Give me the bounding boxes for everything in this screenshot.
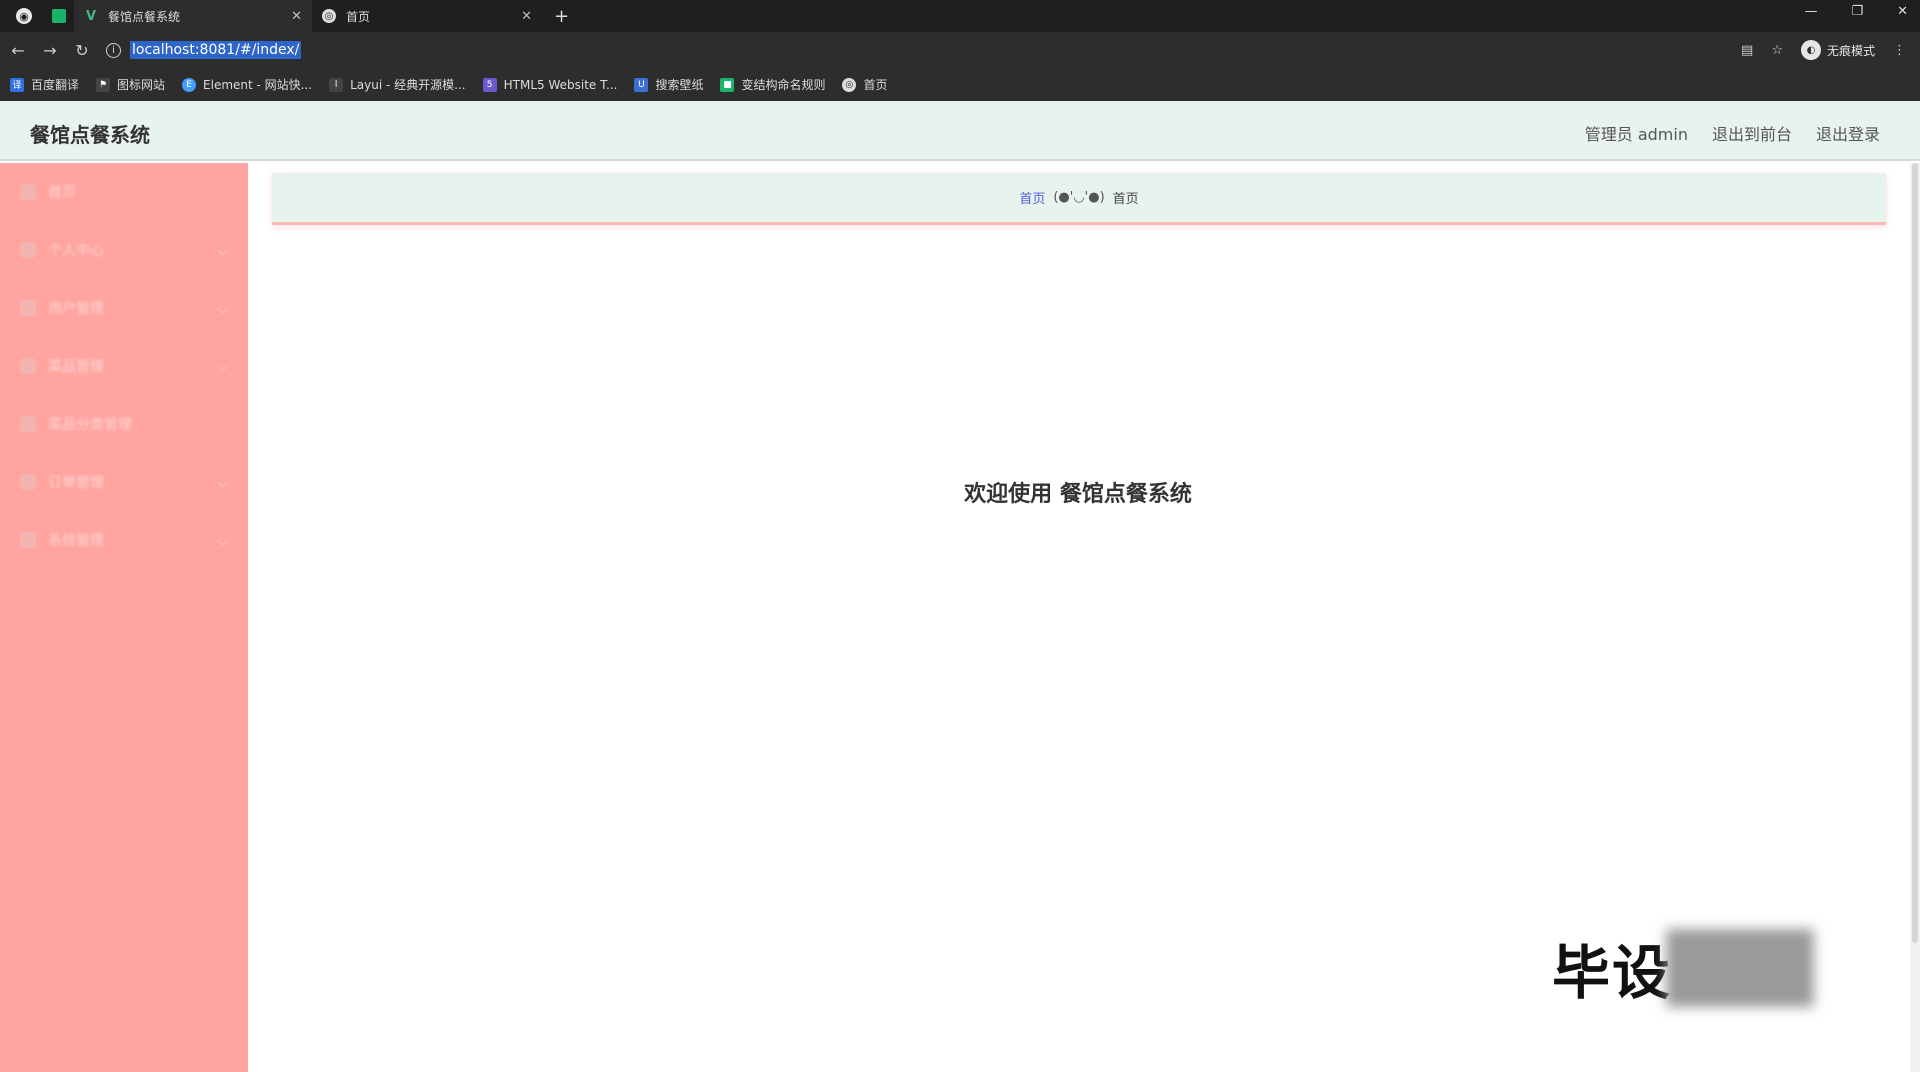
logout-link[interactable]: 退出登录 [1816,121,1880,145]
forward-icon[interactable]: → [34,41,66,60]
url-field[interactable]: i localhost:8081/#/index/ [106,37,302,63]
bookmark-item[interactable]: ⚑ 图标网站 [96,76,165,93]
admin-label: 管理员 admin [1584,125,1688,144]
tab-title: 首页 [346,9,371,24]
tab-close-icon[interactable]: ✕ [521,9,532,24]
bookmark-label: Layui - 经典开源模... [350,78,466,92]
breadcrumb-current: 首页 [1112,192,1139,207]
user-icon [20,242,36,258]
watermark-blur [1666,929,1815,1007]
address-bar-actions: ▤ ☆ ◐ 无痕模式 ⋮ [1741,40,1906,60]
globe-icon: ◎ [842,77,857,92]
dish-icon [20,358,36,374]
bookmark-item[interactable]: 5 HTML5 Website T... [482,77,618,92]
naming-rules-icon: ■ [720,77,735,92]
sidebar-item-home[interactable]: 首页 [0,163,248,221]
bookmark-star-icon[interactable]: ☆ [1771,43,1783,58]
chevron-down-icon [217,245,228,255]
extension-icon[interactable] [52,9,66,23]
chevron-down-icon [217,477,228,487]
sidebar-item-profile[interactable]: 个人中心 [0,221,248,279]
order-icon [20,474,36,490]
incognito-icon: ◐ [1800,40,1821,60]
reload-icon[interactable]: ↻ [66,41,98,60]
globe-icon: ◎ [322,9,336,23]
category-icon [20,416,36,432]
bookmark-label: HTML5 Website T... [503,77,618,92]
more-menu-icon[interactable]: ⋮ [1893,43,1906,58]
bookmark-icon: 译 [10,77,24,92]
app-header: 餐馆点餐系统 管理员 admin 退出到前台 退出登录 [0,101,1920,161]
tab-close-icon[interactable]: ✕ [291,9,302,24]
header-links: 管理员 admin 退出到前台 退出登录 [1585,121,1880,145]
bookmark-item[interactable]: ◎ 首页 [842,76,888,93]
sidebar-item-label: 订单管理 [48,475,104,491]
sidebar-item-label: 菜品分类管理 [48,417,132,433]
new-tab-button[interactable]: + [554,6,569,27]
wallpaper-icon: U [634,77,649,92]
sidebar-item-label: 系统管理 [48,533,104,549]
bookmark-item[interactable]: E Element - 网站快... [182,76,312,93]
users-icon [20,300,36,316]
sidebar-item-label: 用户管理 [48,301,104,317]
translate-icon[interactable]: ▤ [1741,43,1753,58]
app-title: 餐馆点餐系统 [30,123,150,147]
address-bar: ← → ↻ i localhost:8081/#/index/ ▤ ☆ ◐ 无痕… [0,32,1920,68]
page-scrollbar[interactable] [1910,163,1920,1072]
watermark-text: 毕设 [1552,939,1673,1007]
sidebar-item-dish-categories[interactable]: 菜品分类管理 [0,395,248,453]
breadcrumb-separator: (●'◡'●) [1053,190,1105,205]
back-icon[interactable]: ← [2,41,34,60]
welcome-message: 欢迎使用 餐馆点餐系统 [964,482,1192,507]
restore-icon[interactable]: ❐ [1851,4,1863,19]
browser-tab-bar: ◉ V 餐馆点餐系统 ✕ ◎ 首页 ✕ + — ❐ ✕ [0,0,1920,32]
site-info-icon[interactable]: i [106,42,121,58]
bookmark-label: 首页 [863,78,888,92]
close-window-icon[interactable]: ✕ [1897,4,1908,19]
sidebar-item-label: 首页 [48,185,76,201]
incognito-indicator[interactable]: ◐ 无痕模式 [1800,40,1875,60]
sidebar-item-users[interactable]: 用户管理 [0,279,248,337]
bookmarks-bar: 译百度翻译 ⚑ 图标网站 E Element - 网站快... l Layui - 经… [0,68,1920,101]
sidebar: 首页 个人中心 用户管理 菜品管理 菜品分类管理 订单管理 系统管理 [0,163,248,1072]
bookmark-item[interactable]: ■ 变结构命名规则 [720,76,825,93]
bookmark-label: 变结构命名规则 [741,78,826,92]
minimize-icon[interactable]: — [1804,4,1817,19]
browser-menu-icon[interactable]: ◉ [16,8,32,24]
url-text[interactable]: localhost:8081/#/index/ [130,41,302,59]
chevron-down-icon [217,303,228,313]
bookmark-label: 搜索壁纸 [655,78,704,92]
sidebar-item-dishes[interactable]: 菜品管理 [0,337,248,395]
watermark: 毕设 [1552,926,1815,1010]
element-icon: E [182,77,197,92]
bookmark-label: 图标网站 [117,78,166,92]
sidebar-item-label: 个人中心 [48,243,104,259]
bookmark-item[interactable]: l Layui - 经典开源模... [329,76,466,93]
tab-inactive[interactable]: ◎ 首页 ✕ [312,0,542,32]
home-icon [20,184,36,200]
sidebar-item-system[interactable]: 系统管理 [0,511,248,569]
breadcrumb: 首页 (●'◡'●) 首页 [272,173,1886,225]
bookmark-label: Element - 网站快... [203,78,313,92]
chevron-down-icon [217,361,228,371]
layui-icon: l [329,77,344,92]
flag-icon: ⚑ [96,77,111,92]
incognito-label: 无痕模式 [1826,43,1875,58]
tab-title: 餐馆点餐系统 [108,9,181,24]
breadcrumb-home-link[interactable]: 首页 [1019,188,1045,207]
bookmark-label: 百度翻译 [31,78,80,92]
bookmark-item[interactable]: U 搜索壁纸 [634,76,703,93]
sidebar-item-label: 菜品管理 [48,359,104,375]
bookmark-item[interactable]: 译百度翻译 [10,76,79,93]
window-controls: — ❐ ✕ [1804,4,1908,19]
scrollbar-thumb[interactable] [1912,163,1918,943]
html5-icon: 5 [482,77,497,92]
back-to-front-link[interactable]: 退出到前台 [1712,121,1792,145]
sidebar-item-orders[interactable]: 订单管理 [0,453,248,511]
tab-active[interactable]: V 餐馆点餐系统 ✕ [74,0,312,32]
chevron-down-icon [217,535,228,545]
settings-icon [20,532,36,548]
vue-icon: V [85,8,97,24]
